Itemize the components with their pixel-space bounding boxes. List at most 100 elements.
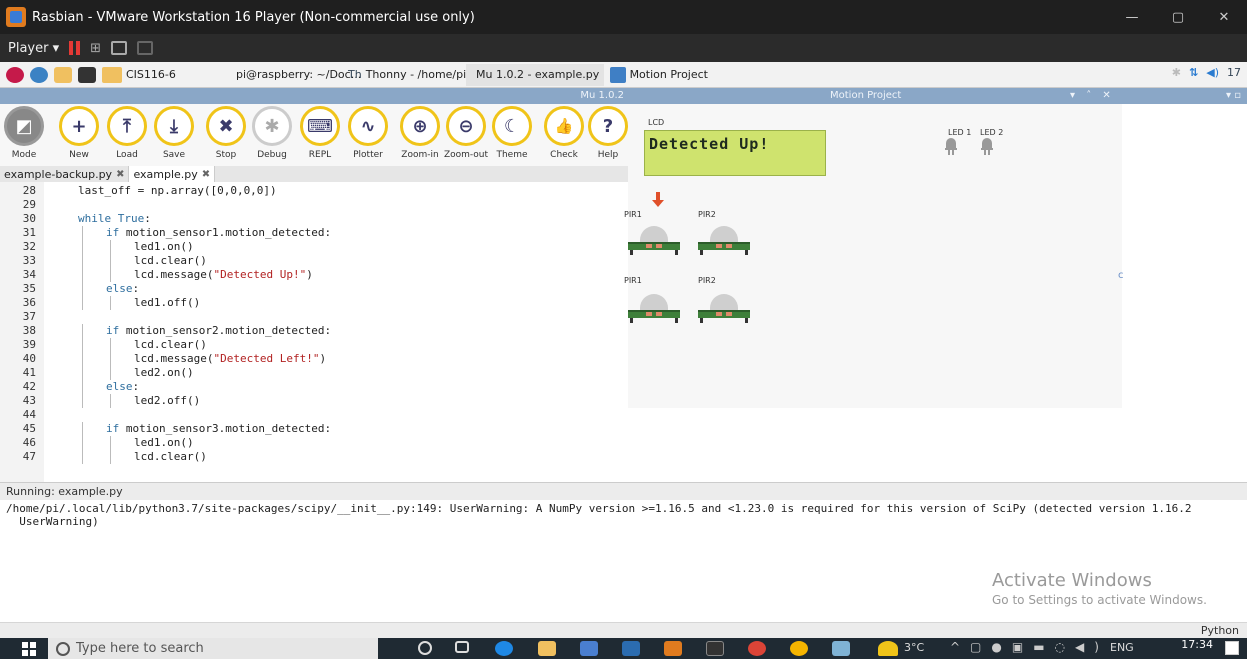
tab-example-backup[interactable]: example-backup.py ✖	[0, 166, 130, 182]
code-line[interactable]: else:	[106, 282, 139, 296]
notification-icon[interactable]	[1225, 641, 1239, 655]
code-line[interactable]: if motion_sensor3.motion_detected:	[106, 422, 331, 436]
app-icon-2[interactable]	[832, 641, 850, 656]
player-menu[interactable]: Player ▾	[8, 41, 59, 56]
code-line[interactable]: led1.on()	[134, 436, 194, 450]
line-number: 37	[22, 310, 36, 323]
new-label: New	[69, 150, 89, 160]
theme-button[interactable]: ☾ Theme	[488, 106, 536, 160]
help-button[interactable]: ? Help	[584, 106, 632, 160]
bluetooth-icon[interactable]: ✱	[1172, 66, 1181, 79]
player-menu-label: Player	[8, 40, 49, 56]
code-line[interactable]: led1.off()	[134, 296, 200, 310]
store-icon[interactable]	[580, 641, 598, 656]
run-status: Running: example.py	[0, 482, 1247, 500]
code-line[interactable]: if motion_sensor2.motion_detected:	[106, 324, 331, 338]
pi-tray: ✱ ⇅ ◀) 17	[1172, 66, 1241, 79]
clock[interactable]: 17:34	[1181, 638, 1213, 652]
indent-guide	[82, 436, 83, 450]
code-line[interactable]: while True:	[78, 212, 151, 226]
task-mu[interactable]: Mu 1.0.2 - example.py	[466, 63, 604, 86]
plotter-button[interactable]: ∿ Plotter	[344, 106, 392, 160]
indent-guide	[110, 296, 111, 310]
motion-window-controls[interactable]: ▾ ˄ ✕	[1070, 88, 1115, 104]
volume-icon[interactable]: ◀)	[1206, 66, 1219, 79]
code-line[interactable]: else:	[106, 380, 139, 394]
unity-icon[interactable]	[137, 41, 154, 55]
debug-button[interactable]: ✱ Debug	[248, 106, 296, 160]
send-keys-icon[interactable]: ⊞	[90, 41, 101, 56]
windows-start-icon[interactable]	[22, 642, 36, 656]
file-explorer-icon[interactable]	[538, 641, 556, 656]
network-icon[interactable]: ⇅	[1189, 66, 1198, 79]
save-button[interactable]: ⤓ Save	[150, 106, 198, 160]
load-button[interactable]: ⤒ Load	[103, 106, 151, 160]
fullscreen-icon[interactable]	[111, 41, 128, 55]
weather-icon[interactable]	[878, 641, 898, 656]
close-tab-icon[interactable]: ✖	[116, 169, 124, 180]
line-number: 38	[22, 324, 36, 337]
code-line[interactable]: last_off = np.array([0,0,0,0])	[78, 184, 277, 198]
raspberry-menu-icon[interactable]	[6, 66, 24, 83]
browser-icon[interactable]	[30, 66, 48, 83]
new-button[interactable]: + New	[55, 106, 103, 160]
pause-icon[interactable]	[69, 41, 81, 55]
cortana-icon[interactable]	[418, 641, 432, 655]
indent-guide	[82, 240, 83, 254]
check-label: Check	[550, 150, 578, 160]
led1-label: LED 1	[948, 128, 972, 137]
mode-button[interactable]: ◩ Mode	[0, 106, 48, 160]
task-cis116[interactable]: CIS116-6	[96, 64, 226, 86]
code-line[interactable]: if motion_sensor1.motion_detected:	[106, 226, 331, 240]
tab-example[interactable]: example.py ✖	[129, 166, 216, 182]
terminal-launcher-icon[interactable]	[78, 66, 96, 83]
line-number: 39	[22, 338, 36, 351]
task-view-icon[interactable]	[455, 641, 469, 653]
zoom-out-button[interactable]: ⊖ Zoom-out	[442, 106, 490, 160]
repl-button[interactable]: ⌨ REPL	[296, 106, 344, 160]
tab-label: example-backup.py	[4, 167, 113, 181]
taskbar-search-input[interactable]: Type here to search	[48, 638, 378, 659]
theme-label: Theme	[496, 150, 528, 160]
app-icon[interactable]	[790, 641, 808, 656]
close-tab-icon[interactable]: ✖	[202, 169, 210, 180]
line-number: 43	[22, 394, 36, 407]
terminal-taskbar-icon[interactable]	[706, 641, 724, 656]
code-line[interactable]: lcd.clear()	[134, 254, 207, 268]
save-label: Save	[162, 150, 186, 160]
mail-icon[interactable]	[622, 641, 640, 656]
vmware-taskbar-icon[interactable]	[664, 641, 682, 656]
zoom-in-button[interactable]: ⊕ Zoom-in	[396, 106, 444, 160]
led2-icon	[981, 138, 993, 156]
code-line[interactable]: led2.off()	[134, 394, 200, 408]
language-indicator[interactable]: ENG	[1110, 641, 1134, 654]
chrome-icon[interactable]	[748, 641, 766, 656]
temperature[interactable]: 3°C	[904, 641, 924, 654]
system-tray-icons[interactable]: ^▢●▣▬◌◀)	[950, 640, 1109, 654]
task-terminal[interactable]: pi@raspberry: ~/Doc...	[226, 64, 361, 86]
stop-button[interactable]: ✖ Stop	[202, 106, 250, 160]
code-line[interactable]: led2.on()	[134, 366, 194, 380]
check-button[interactable]: 👍 Check	[540, 106, 588, 160]
maximize-icon[interactable]: ▢	[1155, 0, 1201, 34]
edge-icon[interactable]	[495, 641, 513, 656]
mode-indicator[interactable]: Python	[1201, 624, 1239, 637]
chevron-down-icon[interactable]: ▾ ▫	[1226, 88, 1241, 104]
file-manager-icon[interactable]	[54, 66, 72, 83]
code-line[interactable]: lcd.message("Detected Up!")	[134, 268, 313, 282]
indent-guide	[82, 450, 83, 464]
task-label: Motion Project	[629, 68, 708, 81]
code-line[interactable]: lcd.clear()	[134, 338, 207, 352]
code-line[interactable]: lcd.message("Detected Left!")	[134, 352, 326, 366]
task-motion-project[interactable]: Motion Project	[604, 64, 714, 86]
zoom-in-icon: ⊕	[400, 106, 440, 146]
code-line[interactable]: lcd.clear()	[134, 450, 207, 464]
pir-sensor-icon	[628, 294, 680, 323]
task-thonny[interactable]: Th Thonny - /home/pi/...	[342, 64, 480, 86]
code-line[interactable]: led1.on()	[134, 240, 194, 254]
minimize-icon[interactable]: —	[1109, 0, 1155, 34]
help-label: Help	[597, 150, 619, 160]
task-label: Mu 1.0.2 - example.py	[476, 68, 600, 81]
indent-guide	[110, 352, 111, 366]
close-icon[interactable]: ✕	[1201, 0, 1247, 34]
